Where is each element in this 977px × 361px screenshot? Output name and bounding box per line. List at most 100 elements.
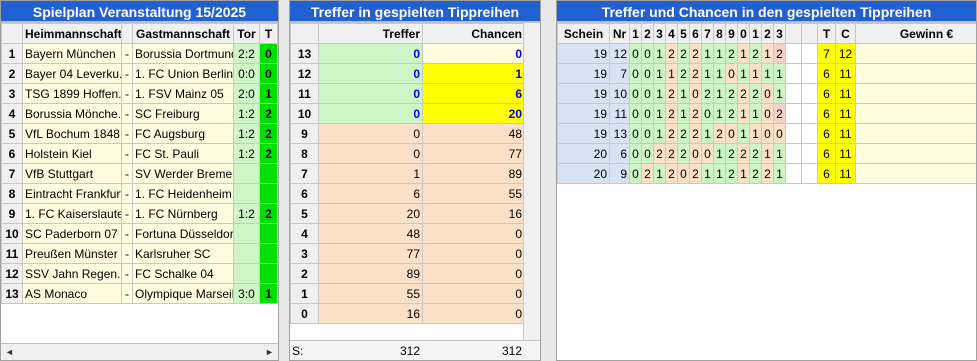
table-row[interactable]: 19 10 0 0 1 2 1 0 2 1 2 2 2 0 1 6 11 — [557, 83, 976, 104]
away-team[interactable]: SC Freiburg — [132, 103, 234, 124]
away-team[interactable]: 1. FC Heidenheim... — [132, 183, 234, 204]
tip-result[interactable]: 0 — [259, 43, 278, 64]
header-col[interactable]: 3 — [773, 23, 786, 44]
table-row[interactable]: 91. FC Kaiserslautern-1. FC Nürnberg1:22 — [1, 203, 278, 224]
header-col[interactable]: 0 — [737, 23, 750, 44]
goal-score[interactable]: 1:2 — [233, 203, 260, 224]
tip-result[interactable]: 2 — [259, 203, 278, 224]
left-hscrollbar[interactable]: ◄ ► — [1, 343, 278, 360]
header-col[interactable]: 2 — [761, 23, 774, 44]
home-team[interactable]: 1. FC Kaiserslautern — [22, 203, 122, 224]
away-team[interactable]: 1. FC Nürnberg — [132, 203, 234, 224]
tip-result[interactable]: 2 — [259, 123, 278, 144]
goal-score[interactable]: 1:2 — [233, 123, 260, 144]
table-row[interactable]: 10 SC Paderborn 07- Fortuna Düsseldorf — [1, 223, 278, 244]
tip-result[interactable]: 2 — [259, 103, 278, 124]
header-away[interactable]: Gastmannschaft — [132, 23, 234, 44]
tip-result[interactable]: 0 — [259, 63, 278, 84]
goal-score[interactable]: 1:2 — [233, 103, 260, 124]
goal-score[interactable]: 1:2 — [233, 143, 260, 164]
table-row[interactable]: 4 Borussia Mönche... - SC Freiburg 1:2 2 — [1, 103, 278, 124]
home-team[interactable]: Holstein Kiel — [22, 143, 122, 164]
away-team[interactable]: FC Augsburg — [132, 123, 234, 144]
header-col[interactable]: 1 — [629, 23, 642, 44]
scroll-left-icon[interactable]: ◄ — [1, 344, 18, 360]
goal-score[interactable]: 2:0 — [233, 83, 260, 104]
tip-result[interactable]: 2 — [259, 143, 278, 164]
away-team[interactable]: Olympique Marseille — [132, 283, 234, 304]
home-team[interactable]: VfL Bochum 1848 — [22, 123, 122, 144]
tip-result[interactable] — [259, 183, 278, 204]
table-row[interactable]: 8 Eintracht Frankfurt -1. FC Heidenheim... — [1, 183, 278, 204]
table-row[interactable]: 19 11 0 0 1 2 1 2 0 1 2 1 1 0 2 6 11 — [557, 103, 976, 124]
home-team[interactable]: Eintracht Frankfurt — [22, 183, 122, 204]
home-team[interactable]: SSV Jahn Regen... — [22, 263, 122, 284]
table-row[interactable]: 20 6 0 0 2 2 2 0 0 1 2 2 2 1 1 6 11 — [557, 143, 976, 164]
goal-score[interactable]: 3:0 — [233, 283, 260, 304]
away-team[interactable]: Karlsruher SC — [132, 243, 234, 264]
table-row[interactable]: 20 9 0 2 1 2 0 2 1 1 2 1 2 2 1 6 11 — [557, 163, 976, 184]
scroll-right-icon[interactable]: ► — [261, 344, 278, 360]
header-treffer[interactable]: Treffer — [318, 23, 423, 44]
header-home[interactable]: Heimmannschaft — [22, 23, 122, 44]
header-col[interactable]: 7 — [701, 23, 714, 44]
table-row[interactable]: 13 AS Monaco - Olympique Marseille 3:0 1 — [1, 283, 278, 304]
goal-score[interactable] — [233, 223, 260, 244]
header-col[interactable]: Gewinn € — [855, 23, 976, 44]
away-team[interactable]: 1. FSV Mainz 05 — [132, 83, 234, 104]
header-col[interactable]: 3 — [653, 23, 666, 44]
goal-score[interactable]: 0:0 — [233, 63, 260, 84]
goal-score[interactable] — [233, 243, 260, 264]
header-col[interactable]: 2 — [641, 23, 654, 44]
tip-result[interactable] — [259, 263, 278, 284]
header-col[interactable]: T — [817, 23, 836, 44]
home-team[interactable]: Bayern München — [22, 43, 122, 64]
middle-vscrollbar[interactable] — [523, 23, 540, 360]
table-row[interactable]: 19 12 0 0 1 2 2 2 1 1 2 1 2 1 2 7 12 — [557, 43, 976, 64]
table-row[interactable]: 12 SSV Jahn Regen... - FC Schalke 04 — [1, 263, 278, 284]
goal-score[interactable] — [233, 263, 260, 284]
home-team[interactable]: TSG 1899 Hoffen... — [22, 83, 122, 104]
table-row[interactable]: 7 VfB Stuttgart - SV Werder Bremen — [1, 163, 278, 184]
table-row[interactable]: 2 Bayer 04 Leverku... -1. FC Union Berlin 0… — [1, 63, 278, 84]
table-row[interactable]: 1 Bayern München - Borussia Dortmund 2:2 0 — [1, 43, 278, 64]
header-col[interactable]: 8 — [713, 23, 726, 44]
away-team[interactable]: Fortuna Düsseldorf — [132, 223, 234, 244]
goal-score[interactable]: 2:2 — [233, 43, 260, 64]
table-row[interactable]: 11 Preußen Münster - Karlsruher SC — [1, 243, 278, 264]
home-team[interactable]: SC Paderborn 07 — [22, 223, 122, 244]
header-col[interactable]: 4 — [665, 23, 678, 44]
header-chancen[interactable]: Chancen — [422, 23, 525, 44]
home-team[interactable]: AS Monaco — [22, 283, 122, 304]
tip-result[interactable] — [259, 243, 278, 264]
header-col[interactable]: 1 — [749, 23, 762, 44]
header-col[interactable]: 6 — [689, 23, 702, 44]
header-col[interactable]: 9 — [725, 23, 738, 44]
table-row[interactable]: 19 13 0 0 1 2 2 2 1 2 0 1 1 0 0 6 11 — [557, 123, 976, 144]
header-col[interactable] — [785, 23, 802, 44]
table-row[interactable]: 3 TSG 1899 Hoffen... -1. FSV Mainz 05 2:0 1 — [1, 83, 278, 104]
away-team[interactable]: 1. FC Union Berlin — [132, 63, 234, 84]
header-t[interactable]: T — [259, 23, 278, 44]
tip-result[interactable] — [259, 223, 278, 244]
tip-result[interactable] — [259, 163, 278, 184]
tip-result[interactable]: 1 — [259, 283, 278, 304]
away-team[interactable]: SV Werder Bremen — [132, 163, 234, 184]
tip-result[interactable]: 1 — [259, 83, 278, 104]
home-team[interactable]: Borussia Mönche... — [22, 103, 122, 124]
away-team[interactable]: Borussia Dortmund — [132, 43, 234, 64]
goal-score[interactable] — [233, 163, 260, 184]
header-col[interactable]: Schein — [557, 23, 610, 44]
header-col[interactable] — [801, 23, 818, 44]
table-row[interactable]: 19 7 0 0 1 1 2 2 1 1 0 1 1 1 1 6 11 — [557, 63, 976, 84]
table-row[interactable]: 6 Holstein Kiel - FC St. Pauli 1:2 2 — [1, 143, 278, 164]
away-team[interactable]: FC Schalke 04 — [132, 263, 234, 284]
goal-score[interactable] — [233, 183, 260, 204]
away-team[interactable]: FC St. Pauli — [132, 143, 234, 164]
header-tor[interactable]: Tor — [233, 23, 260, 44]
header-col[interactable]: Nr — [609, 23, 630, 44]
header-col[interactable]: C — [835, 23, 856, 44]
home-team[interactable]: VfB Stuttgart — [22, 163, 122, 184]
header-col[interactable]: 5 — [677, 23, 690, 44]
home-team[interactable]: Preußen Münster — [22, 243, 122, 264]
